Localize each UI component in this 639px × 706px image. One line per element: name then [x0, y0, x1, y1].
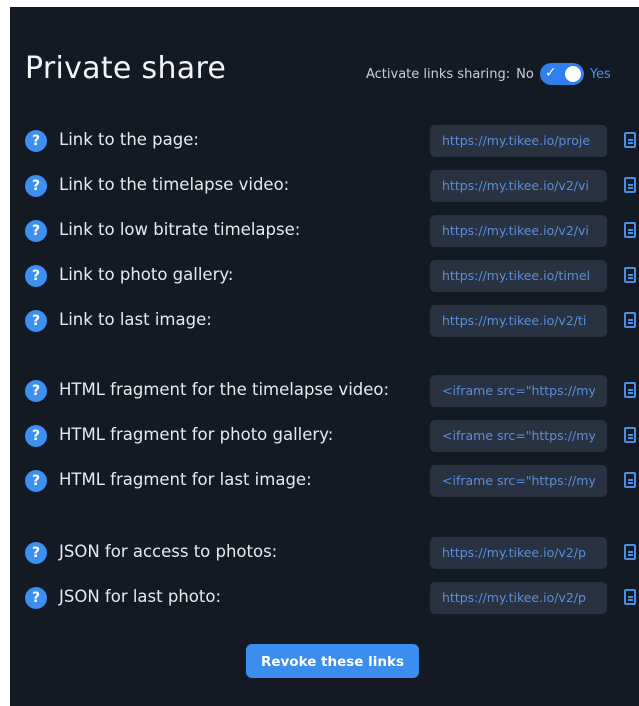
share-json-field[interactable]: [430, 537, 607, 569]
copy-document-icon[interactable]: [624, 472, 636, 488]
copy-document-icon[interactable]: [624, 427, 636, 443]
share-row-label: Link to last image:: [59, 310, 212, 329]
question-circle-icon[interactable]: ?: [25, 425, 47, 447]
share-link-field[interactable]: [430, 125, 607, 157]
copy-document-icon[interactable]: [624, 312, 636, 328]
copy-document-icon[interactable]: [624, 267, 636, 283]
share-row: ? Link to photo gallery:: [25, 260, 639, 292]
share-link-field[interactable]: [430, 260, 607, 292]
copy-document-icon[interactable]: [624, 132, 636, 148]
share-row-label: HTML fragment for the timelapse video:: [59, 380, 390, 399]
share-embed-field[interactable]: [430, 465, 607, 497]
page-title: Private share: [25, 51, 227, 86]
share-row: ? HTML fragment for the timelapse video:: [25, 375, 639, 407]
share-row-label: Link to the timelapse video:: [59, 175, 290, 194]
share-link-field[interactable]: [430, 305, 607, 337]
question-circle-icon[interactable]: ?: [25, 310, 47, 332]
share-row: ? JSON for last photo:: [25, 582, 639, 614]
share-link-field[interactable]: [430, 215, 607, 247]
share-link-field[interactable]: [430, 170, 607, 202]
share-row-label: Link to low bitrate timelapse:: [59, 220, 301, 239]
sharing-toggle-group: Activate links sharing: No ✓ Yes: [366, 63, 611, 85]
question-circle-icon[interactable]: ?: [25, 175, 47, 197]
share-row: ? Link to last image:: [25, 305, 639, 337]
share-embed-field[interactable]: [430, 375, 607, 407]
share-row-label: HTML fragment for last image:: [59, 470, 312, 489]
sharing-toggle[interactable]: ✓: [539, 63, 584, 85]
share-row: ? JSON for access to photos:: [25, 537, 639, 569]
question-circle-icon[interactable]: ?: [25, 380, 47, 402]
share-row-label: Link to photo gallery:: [59, 265, 234, 284]
question-circle-icon[interactable]: ?: [25, 470, 47, 492]
checkmark-icon: ✓: [544, 65, 557, 81]
question-circle-icon[interactable]: ?: [25, 130, 47, 152]
revoke-links-button[interactable]: Revoke these links: [246, 644, 419, 678]
sharing-yes-label: Yes: [589, 66, 611, 82]
share-row: ? Link to low bitrate timelapse:: [25, 215, 639, 247]
copy-document-icon[interactable]: [624, 589, 636, 605]
share-row: ? Link to the page:: [25, 125, 639, 157]
copy-document-icon[interactable]: [624, 382, 636, 398]
share-row-label: JSON for last photo:: [59, 587, 222, 606]
share-row-label: JSON for access to photos:: [59, 542, 278, 561]
question-circle-icon[interactable]: ?: [25, 542, 47, 564]
share-row: ? HTML fragment for photo gallery:: [25, 420, 639, 452]
copy-document-icon[interactable]: [624, 177, 636, 193]
sharing-label: Activate links sharing:: [366, 66, 511, 82]
share-json-field[interactable]: [430, 582, 607, 614]
toggle-knob: [564, 66, 581, 82]
question-circle-icon[interactable]: ?: [25, 220, 47, 242]
share-embed-field[interactable]: [430, 420, 607, 452]
question-circle-icon[interactable]: ?: [25, 265, 47, 287]
question-circle-icon[interactable]: ?: [25, 587, 47, 609]
share-row-label: HTML fragment for photo gallery:: [59, 425, 334, 444]
share-row-label: Link to the page:: [59, 130, 199, 149]
share-row: ? HTML fragment for last image:: [25, 465, 639, 497]
sharing-no-label: No: [516, 66, 534, 82]
copy-document-icon[interactable]: [624, 544, 636, 560]
private-share-panel: Private share Activate links sharing: No…: [10, 7, 639, 706]
share-row: ? Link to the timelapse video:: [25, 170, 639, 202]
copy-document-icon[interactable]: [624, 222, 636, 238]
